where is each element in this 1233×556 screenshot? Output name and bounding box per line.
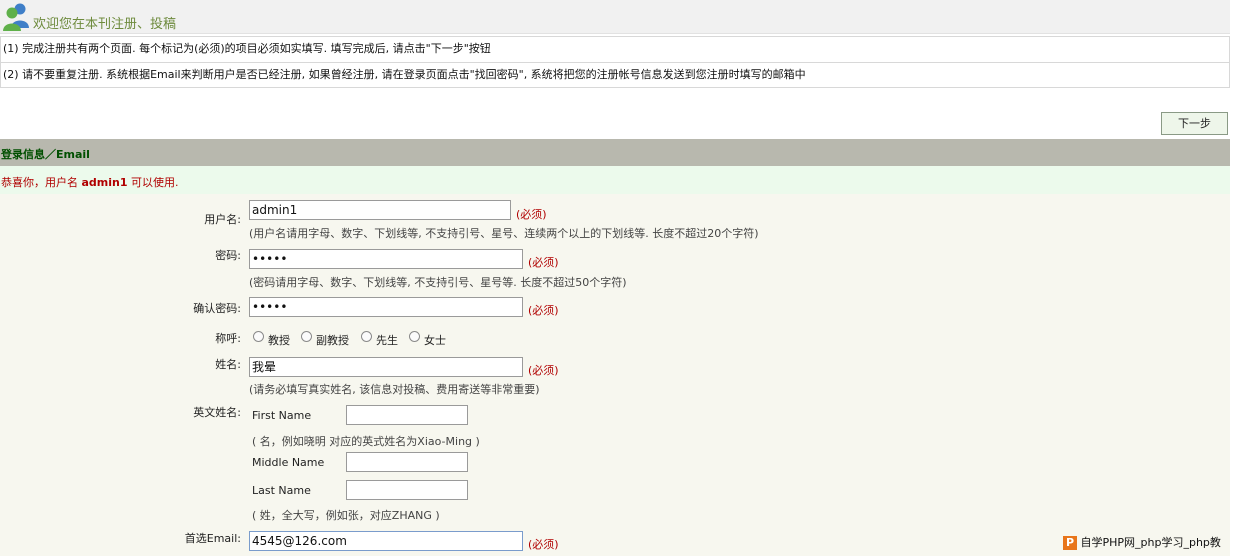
availability-message: 恭喜你，用户名 admin1 可以使用. <box>0 166 1230 194</box>
page-title: 欢迎您在本刊注册、投稿 <box>33 17 177 32</box>
first-name-input[interactable] <box>346 405 468 425</box>
instructions-box: (1) 完成注册共有两个页面. 每个标记为(必须)的项目必须如实填写. 填写完成… <box>0 36 1230 88</box>
middle-name-label: Middle Name <box>252 456 325 469</box>
radio-label: 教授 <box>268 334 290 347</box>
section-title: 登录信息／Email <box>1 148 90 161</box>
title-label: 称呼: <box>215 332 241 345</box>
required-mark: (必须) <box>516 208 547 221</box>
section-header: 登录信息／Email <box>0 139 1230 166</box>
required-mark: (必须) <box>528 364 559 377</box>
password-hint: (密码请用字母、数字、下划线等, 不支持引号、星号等. 长度不超过50个字符) <box>249 276 627 289</box>
required-mark: (必须) <box>528 538 559 551</box>
confirm-password-label: 确认密码: <box>193 302 241 315</box>
availability-text: 恭喜你，用户名 admin1 可以使用. <box>1 176 179 189</box>
username-label: 用户名: <box>204 213 241 226</box>
radio-label: 先生 <box>376 334 398 347</box>
email-label: 首选Email: <box>184 532 241 545</box>
password-input[interactable]: ••••• <box>249 249 523 269</box>
required-mark: (必须) <box>528 256 559 269</box>
password-label: 密码: <box>215 249 241 262</box>
name-label: 姓名: <box>215 358 241 371</box>
radio-associate-professor[interactable] <box>301 331 312 342</box>
name-input[interactable]: 我晕 <box>249 357 523 377</box>
confirm-password-input[interactable]: ••••• <box>249 297 523 317</box>
first-name-label: First Name <box>252 409 312 422</box>
radio-ms[interactable] <box>409 331 420 342</box>
last-name-input[interactable] <box>346 480 468 500</box>
instruction-note: (2) 请不要重复注册. 系统根据Email来判断用户是否已经注册, 如果曾经注… <box>1 62 1229 87</box>
radio-label: 副教授 <box>316 334 349 347</box>
radio-mr[interactable] <box>361 331 372 342</box>
last-name-label: Last Name <box>252 484 311 497</box>
radio-label: 女士 <box>424 334 446 347</box>
radio-professor[interactable] <box>253 331 264 342</box>
site-watermark: P 自学PHP网_php学习_php教 <box>1063 534 1231 552</box>
next-step-button[interactable]: 下一步 <box>1161 112 1228 135</box>
last-name-hint: ( 姓，全大写，例如张，对应ZHANG ) <box>252 509 440 522</box>
username-input[interactable]: admin1 <box>249 200 511 220</box>
email-input[interactable]: 4545@126.com <box>249 531 523 551</box>
english-name-label: 英文姓名: <box>193 406 241 419</box>
middle-name-input[interactable] <box>346 452 468 472</box>
username-hint: (用户名请用字母、数字、下划线等, 不支持引号、星号、连续两个以上的下划线等. … <box>249 227 759 240</box>
registration-form: 用户名: admin1 (必须) (用户名请用字母、数字、下划线等, 不支持引号… <box>0 194 1230 556</box>
page-header: 欢迎您在本刊注册、投稿 <box>0 0 1230 34</box>
users-icon <box>3 3 29 31</box>
name-hint: (请务必填写真实姓名, 该信息对投稿、费用寄送等非常重要) <box>249 383 540 396</box>
available-username: admin1 <box>81 176 128 189</box>
first-name-hint: ( 名，例如晓明 对应的英式姓名为Xiao-Ming ) <box>252 435 480 448</box>
instruction-note: (1) 完成注册共有两个页面. 每个标记为(必须)的项目必须如实填写. 填写完成… <box>3 42 491 55</box>
required-mark: (必须) <box>528 304 559 317</box>
php-logo-icon: P <box>1063 536 1077 550</box>
watermark-text: 自学PHP网_php学习_php教 <box>1080 536 1221 549</box>
